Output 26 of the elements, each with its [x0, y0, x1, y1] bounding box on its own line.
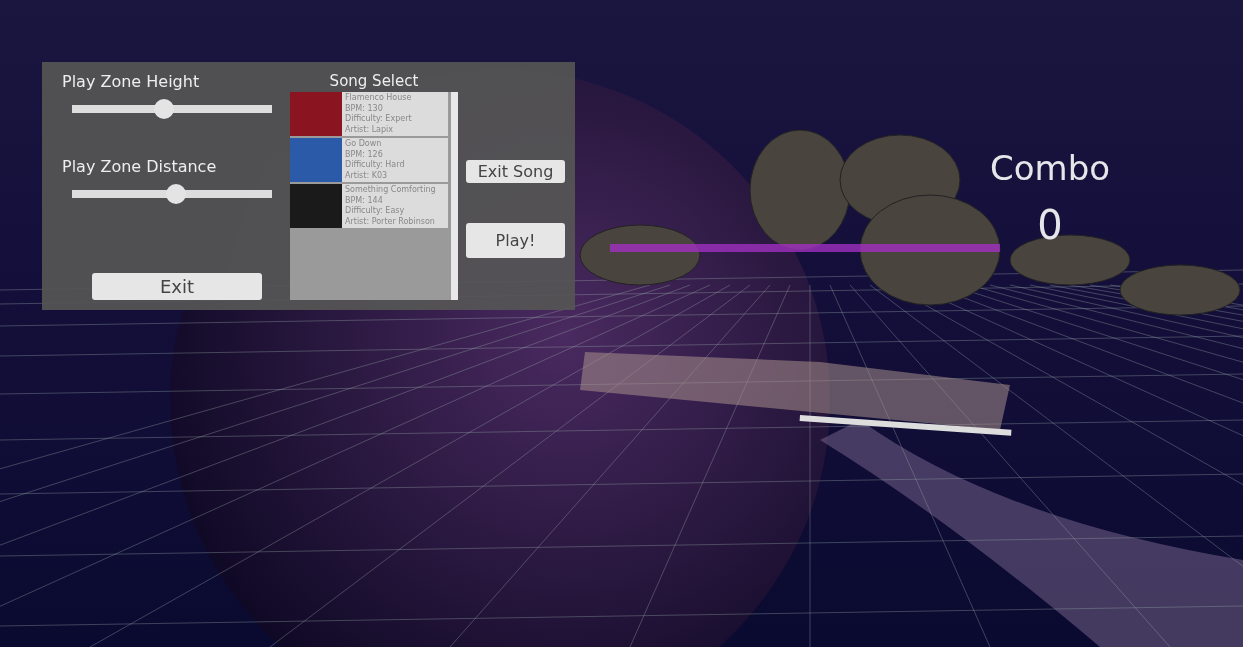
song-bpm: BPM: 144	[345, 195, 384, 206]
song-title: Something Comforting	[345, 185, 436, 196]
combo-label: Combo	[990, 148, 1111, 188]
exit-button[interactable]: Exit	[92, 273, 262, 300]
song-title: Flamenco House	[345, 93, 412, 104]
play-button[interactable]: Play!	[466, 223, 565, 258]
song-difficulty: Difficulty: Easy	[345, 206, 406, 217]
combo-count: 0	[1037, 202, 1063, 248]
song-select-title: Song Select	[328, 72, 420, 90]
slider-label: Play Zone Distance	[62, 157, 218, 176]
slider-thumb[interactable]	[154, 99, 174, 119]
scrollbar[interactable]	[451, 92, 458, 300]
song-difficulty: Difficulty: Hard	[345, 160, 405, 171]
song-bpm: BPM: 126	[345, 149, 384, 160]
song-bpm: BPM: 130	[345, 103, 384, 114]
slider-label: Play Zone Height	[62, 72, 201, 91]
song-artist: Artist: Porter Robinson	[345, 216, 436, 227]
song-artist: Artist: K03	[345, 170, 389, 181]
song-title: Go Down	[345, 139, 383, 150]
song-difficulty: Difficulty: Expert	[345, 114, 412, 125]
song-artist: Artist: Lapix	[345, 124, 395, 135]
slider-thumb[interactable]	[166, 184, 186, 204]
album-art-placeholder	[290, 184, 342, 228]
exit-song-button[interactable]: Exit Song	[466, 160, 565, 183]
album-art-placeholder	[290, 92, 342, 136]
album-art-placeholder	[290, 138, 342, 182]
